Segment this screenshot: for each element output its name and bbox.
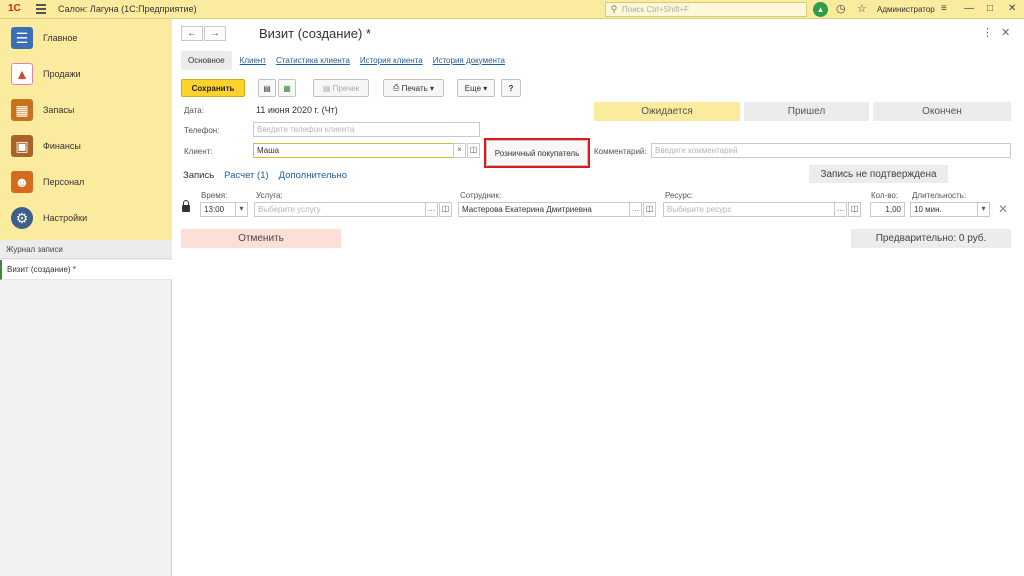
global-search-input[interactable]: ⚲ Поиск Ctrl+Shift+F [605, 2, 807, 17]
wallet-icon: ▣ [11, 135, 33, 157]
sidebar-item-settings[interactable]: ⚙ Настройки [0, 200, 172, 236]
favorites-star-icon[interactable]: ☆ [857, 3, 867, 16]
more-button[interactable]: Еще ▾ [457, 79, 495, 97]
date-label: Дата: [184, 106, 204, 115]
precheck-icon: ▤ [322, 83, 333, 93]
time-input[interactable]: 13:00 [200, 202, 236, 217]
resource-open-icon[interactable]: ◫ [848, 202, 861, 217]
forward-button[interactable]: → [204, 26, 226, 41]
client-label: Клиент: [184, 147, 213, 156]
clear-client-icon[interactable]: × [453, 143, 466, 158]
top-bar: 1С Салон: Лагуна (1С:Предприятие) ⚲ Поис… [0, 0, 1024, 19]
resource-input[interactable]: Выберите ресурс [663, 202, 835, 217]
form-area: ← → Визит (создание) * ⋮ ✕ Основное Клие… [173, 19, 1024, 576]
people-icon: ☻ [11, 171, 33, 193]
sidebar-item-finance[interactable]: ▣ Финансы [0, 128, 172, 164]
tab-document-history[interactable]: История документа [433, 56, 505, 65]
cancel-button[interactable]: Отменить [181, 229, 341, 248]
sidebar-item-sales[interactable]: ▲ Продажи [0, 56, 172, 92]
subtab-record[interactable]: Запись [183, 170, 214, 181]
printer-icon: ⎙ [392, 83, 402, 92]
employee-open-icon[interactable]: ◫ [643, 202, 656, 217]
history-icon[interactable]: ◷ [836, 3, 846, 16]
current-user[interactable]: Администратор [877, 5, 935, 14]
record-subtabs: Запись Расчет (1) Дополнительно [183, 169, 357, 181]
save-button[interactable]: Сохранить [181, 79, 245, 97]
time-dropdown-icon[interactable]: ▾ [235, 202, 248, 217]
chart-icon: ▲ [11, 63, 33, 85]
service-select-icon[interactable]: … [425, 202, 438, 217]
tab-client[interactable]: Клиент [240, 56, 266, 65]
date-value: 11 июня 2020 г. (Чт) [256, 105, 338, 115]
back-button[interactable]: ← [181, 26, 203, 41]
resource-label: Ресурс: [665, 191, 694, 200]
not-confirmed-button[interactable]: Запись не подтверждена [809, 165, 948, 183]
duration-input[interactable]: 10 мин. [910, 202, 978, 217]
sidebar-item-stock[interactable]: ▦ Запасы [0, 92, 172, 128]
subtab-additional[interactable]: Дополнительно [279, 170, 347, 181]
close-window-icon[interactable]: ✕ [1008, 3, 1016, 14]
time-label: Время: [201, 191, 228, 200]
delete-row-icon[interactable]: ✕ [998, 202, 1008, 216]
employee-input[interactable]: Мастерова Екатерина Дмитриевна [458, 202, 630, 217]
highlight-frame [484, 138, 590, 168]
status-expected[interactable]: Ожидается [594, 102, 740, 121]
app-title: Салон: Лагуна (1С:Предприятие) [58, 4, 197, 14]
status-arrived[interactable]: Пришел [744, 102, 869, 121]
settings-menu-icon[interactable]: ≡ [941, 3, 947, 14]
app-logo: 1С [8, 3, 21, 14]
precheck-button[interactable]: ▤ Пречек [313, 79, 369, 97]
form-tabs: Основное Клиент Статистика клиента Истор… [181, 49, 515, 71]
preliminary-total: Предварительно: 0 руб. [851, 229, 1011, 248]
phone-label: Телефон: [184, 126, 220, 135]
close-form-icon[interactable]: ✕ [1001, 26, 1010, 39]
sidebar-item-staff[interactable]: ☻ Персонал [0, 164, 172, 200]
comment-input[interactable]: Введите комментарий [651, 143, 1011, 158]
comment-label: Комментарий: [594, 147, 647, 156]
section-menu: ☰ Главное ▲ Продажи ▦ Запасы ▣ Финансы ☻… [0, 19, 172, 240]
phone-input[interactable]: Введите телефон клиента [253, 122, 480, 137]
employee-select-icon[interactable]: … [629, 202, 642, 217]
tab-main[interactable]: Основное [181, 50, 232, 70]
tab-client-history[interactable]: История клиента [360, 56, 423, 65]
client-input[interactable]: Маша [253, 143, 454, 158]
service-label: Услуга: [256, 191, 283, 200]
search-icon: ⚲ [610, 4, 618, 14]
boxes-icon: ▦ [11, 99, 33, 121]
status-finished[interactable]: Окончен [873, 102, 1011, 121]
qty-input[interactable]: 1,00 [870, 202, 905, 217]
dropdown-arrow-icon: ▾ [427, 83, 435, 93]
clipboard-icon: ☰ [11, 27, 33, 49]
main-menu-icon[interactable] [36, 4, 46, 14]
sidebar: ☰ Главное ▲ Продажи ▦ Запасы ▣ Финансы ☻… [0, 19, 172, 576]
employee-label: Сотрудник: [460, 191, 502, 200]
lock-icon[interactable] [182, 200, 190, 212]
tab-client-stats[interactable]: Статистика клиента [276, 56, 350, 65]
qty-label: Кол-во: [871, 191, 899, 200]
print-button[interactable]: ⎙ Печать ▾ [383, 79, 444, 97]
save-disk-icon[interactable]: ▤ [258, 79, 276, 97]
open-window-item[interactable]: Визит (создание) * [0, 260, 172, 280]
notifications-icon[interactable]: ▲ [813, 2, 828, 17]
dropdown-arrow-icon: ▾ [481, 83, 488, 93]
form-title: Визит (создание) * [259, 26, 371, 41]
service-input[interactable]: Выберите услугу [254, 202, 426, 217]
duration-label: Длительность: [912, 191, 967, 200]
maximize-icon[interactable]: □ [987, 3, 993, 14]
minimize-icon[interactable]: — [964, 3, 974, 14]
open-client-icon[interactable]: ◫ [467, 143, 480, 158]
sidebar-item-main[interactable]: ☰ Главное [0, 20, 172, 56]
journal-section-title[interactable]: Журнал записи [0, 240, 172, 259]
subtab-calculation[interactable]: Расчет (1) [224, 170, 268, 181]
post-document-icon[interactable]: ▦ [278, 79, 296, 97]
resource-select-icon[interactable]: … [834, 202, 847, 217]
gear-icon: ⚙ [11, 207, 33, 229]
help-button[interactable]: ? [501, 79, 521, 97]
service-open-icon[interactable]: ◫ [439, 202, 452, 217]
duration-dropdown-icon[interactable]: ▾ [977, 202, 990, 217]
more-actions-icon[interactable]: ⋮ [982, 26, 993, 39]
